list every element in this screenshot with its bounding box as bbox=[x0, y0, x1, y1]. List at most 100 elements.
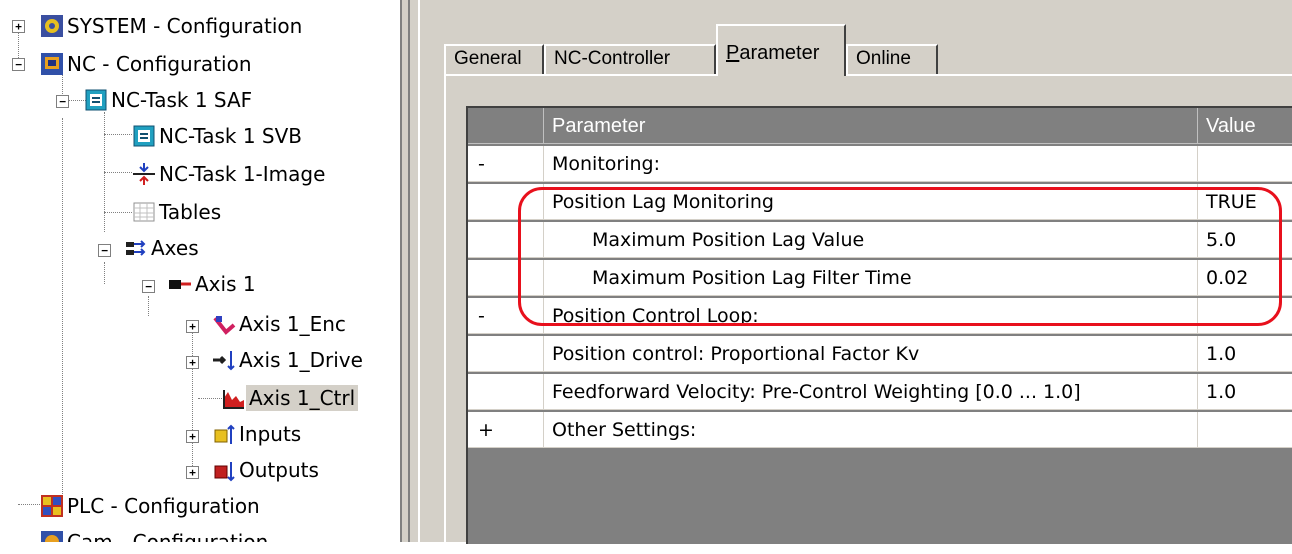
grid-header-marker bbox=[468, 108, 544, 144]
tree-item-tables[interactable]: Tables bbox=[132, 194, 224, 230]
tree-item-system-configuration[interactable]: SYSTEM - Configuration bbox=[40, 8, 305, 44]
parameter-name: Position control: Proportional Factor Kv bbox=[544, 336, 1198, 372]
tree-item-nc-configuration[interactable]: NC - Configuration bbox=[40, 46, 255, 82]
collapse-toggle[interactable]: − bbox=[56, 95, 69, 108]
tree-item-label: Axis 1_Ctrl bbox=[246, 385, 359, 411]
tree-item-nc-task-saf[interactable]: NC-Task 1 SAF bbox=[84, 82, 255, 118]
tab-online[interactable]: Online bbox=[846, 44, 938, 74]
parameter-value[interactable]: 5.0 bbox=[1198, 222, 1292, 258]
tab-label-accesskey: P bbox=[726, 42, 740, 64]
expand-toggle[interactable]: + bbox=[12, 20, 25, 33]
expand-toggle[interactable]: + bbox=[186, 320, 199, 333]
expand-toggle[interactable]: + bbox=[186, 430, 199, 443]
grid-header-parameter[interactable]: Parameter bbox=[544, 108, 1198, 144]
parameter-name: Position Control Loop: bbox=[544, 298, 1198, 334]
controller-icon bbox=[223, 390, 244, 409]
tree-item-axis-drive[interactable]: Axis 1_Drive bbox=[212, 342, 366, 378]
expand-toggle[interactable]: + bbox=[186, 356, 199, 369]
table-row[interactable]: Position control: Proportional Factor Kv… bbox=[468, 336, 1292, 372]
parameter-name: Position Lag Monitoring bbox=[544, 184, 1198, 220]
tree-item-nc-task-svb[interactable]: NC-Task 1 SVB bbox=[132, 118, 305, 154]
group-row-position-control-loop[interactable]: - Position Control Loop: bbox=[468, 298, 1292, 334]
table-row[interactable]: Maximum Position Lag Value 5.0 bbox=[468, 222, 1292, 258]
tab-label: arameter bbox=[739, 42, 820, 64]
tree-item-label: NC-Task 1 SAF bbox=[111, 88, 253, 112]
collapse-toggle[interactable]: − bbox=[12, 58, 25, 71]
group-row-monitoring[interactable]: - Monitoring: bbox=[468, 146, 1292, 182]
tree-item-axis-ctrl[interactable]: Axis 1_Ctrl bbox=[222, 380, 359, 416]
table-row[interactable]: Maximum Position Lag Filter Time 0.02 bbox=[468, 260, 1292, 296]
parameter-value[interactable]: 1.0 bbox=[1198, 374, 1292, 410]
row-marker bbox=[468, 336, 544, 372]
parameter-name: Maximum Position Lag Value bbox=[544, 222, 1198, 258]
grid-header-value[interactable]: Value bbox=[1198, 108, 1292, 144]
task-icon bbox=[133, 125, 155, 147]
tree-item-nc-task-image[interactable]: NC-Task 1-Image bbox=[132, 156, 328, 192]
collapse-marker[interactable]: - bbox=[468, 298, 544, 334]
collapse-toggle[interactable]: − bbox=[98, 244, 111, 257]
tab-general[interactable]: General bbox=[444, 44, 544, 74]
parameter-grid: Parameter Value - Monitoring: Position L… bbox=[466, 106, 1292, 544]
inputs-icon bbox=[214, 424, 235, 444]
axis-icon bbox=[169, 280, 191, 289]
parameter-name: Other Settings: bbox=[544, 412, 1198, 448]
parameter-value[interactable]: 0.02 bbox=[1198, 260, 1292, 296]
collapse-marker[interactable]: - bbox=[468, 146, 544, 182]
row-marker bbox=[468, 374, 544, 410]
tree-item-label: Axes bbox=[151, 236, 199, 260]
tree-item-inputs[interactable]: Inputs bbox=[212, 416, 304, 452]
outputs-icon bbox=[214, 462, 235, 482]
expand-toggle[interactable]: + bbox=[186, 466, 199, 479]
axes-icon bbox=[126, 240, 146, 256]
tree-item-axis-1[interactable]: Axis 1 bbox=[168, 266, 259, 302]
tree-item-label: PLC - Configuration bbox=[67, 494, 260, 518]
parameter-value bbox=[1198, 412, 1292, 448]
pane-splitter[interactable] bbox=[400, 0, 420, 542]
tree-item-axes[interactable]: Axes bbox=[124, 230, 202, 266]
drive-icon bbox=[213, 351, 235, 371]
tree-item-label: Tables bbox=[159, 200, 222, 224]
tree-item-label: Outputs bbox=[239, 458, 319, 482]
tree-item-label: NC-Task 1 SVB bbox=[159, 124, 303, 148]
tree-item-label: Axis 1 bbox=[195, 272, 256, 296]
cam-config-icon bbox=[41, 531, 63, 542]
tree-item-label: NC-Task 1-Image bbox=[159, 162, 326, 186]
nc-config-icon bbox=[41, 53, 63, 75]
tree-item-label: Inputs bbox=[239, 422, 302, 446]
tab-label: Online bbox=[856, 48, 911, 69]
row-marker bbox=[468, 184, 544, 220]
parameter-value bbox=[1198, 298, 1292, 334]
table-row[interactable]: Position Lag Monitoring TRUE bbox=[468, 184, 1292, 220]
parameter-value[interactable]: TRUE bbox=[1198, 184, 1292, 220]
tree-item-axis-enc[interactable]: Axis 1_Enc bbox=[212, 306, 349, 342]
plc-config-icon bbox=[41, 495, 63, 517]
tab-label: NC-Controller bbox=[554, 48, 671, 69]
system-config-icon bbox=[41, 15, 63, 37]
parameter-name: Feedforward Velocity: Pre-Control Weight… bbox=[544, 374, 1198, 410]
parameter-value[interactable]: 1.0 bbox=[1198, 336, 1292, 372]
tab-nc-controller[interactable]: NC-Controller bbox=[544, 44, 716, 74]
tab-label: General bbox=[454, 48, 522, 69]
expand-marker[interactable]: + bbox=[468, 412, 544, 448]
tree-item-outputs[interactable]: Outputs bbox=[212, 452, 322, 488]
image-icon bbox=[133, 163, 155, 185]
tree-item-cam-configuration[interactable]: Cam - Configuration bbox=[40, 524, 271, 542]
parameter-name: Monitoring: bbox=[544, 146, 1198, 182]
tree-item-label: Axis 1_Enc bbox=[239, 312, 346, 336]
collapse-toggle[interactable]: − bbox=[142, 280, 155, 293]
table-row[interactable]: Feedforward Velocity: Pre-Control Weight… bbox=[468, 374, 1292, 410]
task-icon bbox=[85, 89, 107, 111]
group-row-other-settings[interactable]: + Other Settings: bbox=[468, 412, 1292, 448]
tab-parameter[interactable]: Parameter bbox=[716, 24, 846, 76]
row-marker bbox=[468, 260, 544, 296]
tree-item-label: Cam - Configuration bbox=[67, 530, 269, 542]
tree-item-label: SYSTEM - Configuration bbox=[67, 14, 303, 38]
table-icon bbox=[133, 202, 155, 222]
parameter-name: Maximum Position Lag Filter Time bbox=[544, 260, 1198, 296]
tree-item-plc-configuration[interactable]: PLC - Configuration bbox=[40, 488, 263, 524]
grid-header-row: Parameter Value bbox=[468, 108, 1292, 144]
encoder-icon bbox=[213, 316, 236, 335]
config-tree: + SYSTEM - Configuration − NC - Configur… bbox=[0, 0, 400, 542]
tree-item-label: NC - Configuration bbox=[67, 52, 252, 76]
row-marker bbox=[468, 222, 544, 258]
